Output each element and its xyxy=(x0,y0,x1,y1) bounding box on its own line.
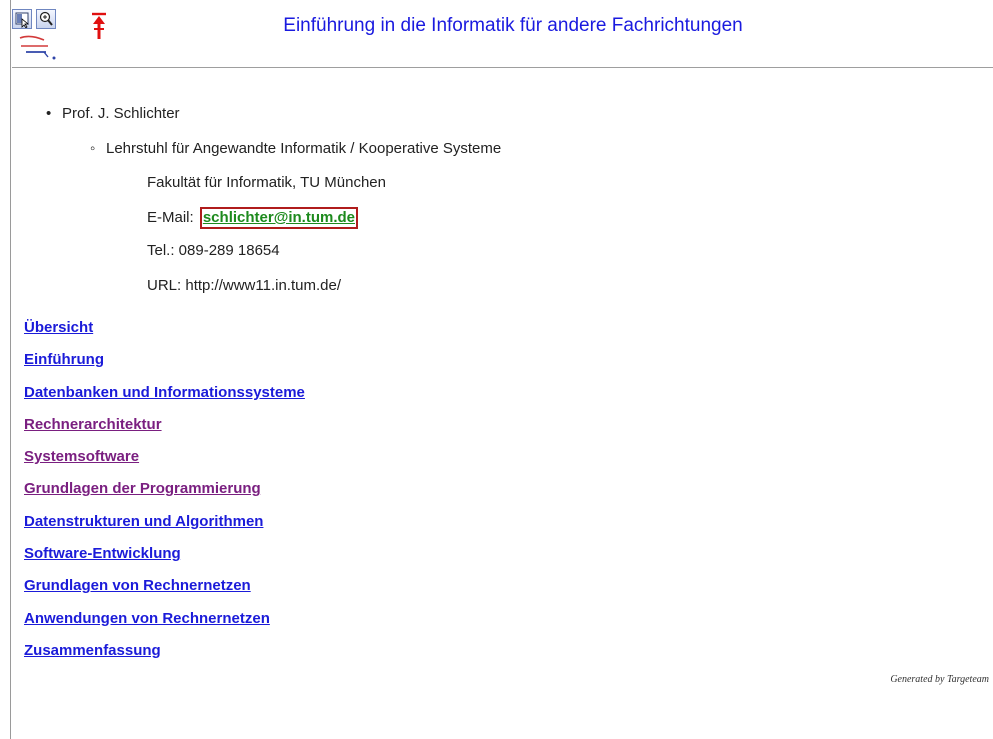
email-link[interactable]: schlichter@in.tum.de xyxy=(199,207,358,229)
nav-link-grundlagen-rechnernetze[interactable]: Grundlagen von Rechnernetzen xyxy=(24,577,624,609)
nav-link-uebersicht[interactable]: Übersicht xyxy=(24,319,624,351)
view-toggle-icon xyxy=(15,12,30,28)
contact-faculty: Fakultät für Informatik, TU München xyxy=(147,174,386,191)
nav-link-grundlagen-programmierung[interactable]: Grundlagen der Programmierung xyxy=(24,480,624,512)
contact-name-item: • Prof. J. Schlichter xyxy=(46,105,180,122)
contact-tel: Tel.: 089-289 18654 xyxy=(147,242,280,259)
nav-link-zusammenfassung[interactable]: Zusammenfassung xyxy=(24,642,624,674)
nav-link-datenbanken[interactable]: Datenbanken und Informationssysteme xyxy=(24,384,624,416)
bullet-icon: • xyxy=(46,105,52,122)
nav-link-anwendungen-rechnernetze[interactable]: Anwendungen von Rechnernetzen xyxy=(24,610,624,642)
generated-by-footer: Generated by Targeteam xyxy=(890,674,989,685)
page-title: Einführung in die Informatik für andere … xyxy=(283,15,743,36)
contact-url: http://www11.in.tum.de/ xyxy=(185,277,341,294)
contact-url-line: URL: http://www11.in.tum.de/ xyxy=(147,277,341,294)
circle-bullet-icon: ◦ xyxy=(90,140,96,157)
contact-chair: Lehrstuhl für Angewandte Informatik / Ko… xyxy=(106,140,502,157)
up-arrow-icon[interactable] xyxy=(91,12,107,40)
nav-link-software-entwicklung[interactable]: Software-Entwicklung xyxy=(24,545,624,577)
view-toggle-button[interactable] xyxy=(12,9,32,29)
zoom-button[interactable] xyxy=(36,9,56,29)
nav-link-systemsoftware[interactable]: Systemsoftware xyxy=(24,448,624,480)
url-label: URL: xyxy=(147,277,182,294)
left-border xyxy=(10,0,11,739)
toolbar xyxy=(12,9,122,61)
contact-chair-item: ◦ Lehrstuhl für Angewandte Informatik / K… xyxy=(90,140,501,157)
nav-link-rechnerarchitektur[interactable]: Rechnerarchitektur xyxy=(24,416,624,448)
contact-name: Prof. J. Schlichter xyxy=(62,105,180,122)
header-divider xyxy=(12,67,993,68)
email-label: E-Mail: xyxy=(147,209,194,226)
chapter-nav: Übersicht Einführung Datenbanken und Inf… xyxy=(24,319,624,674)
contact-email-line: E-Mail: schlichter@in.tum.de xyxy=(147,207,358,229)
nav-link-datenstrukturen[interactable]: Datenstrukturen und Algorithmen xyxy=(24,513,624,545)
nav-link-einfuehrung[interactable]: Einführung xyxy=(24,351,624,383)
page: Einführung in die Informatik für andere … xyxy=(0,0,993,739)
decorative-lines-icon xyxy=(19,35,56,60)
zoom-icon xyxy=(39,11,53,26)
